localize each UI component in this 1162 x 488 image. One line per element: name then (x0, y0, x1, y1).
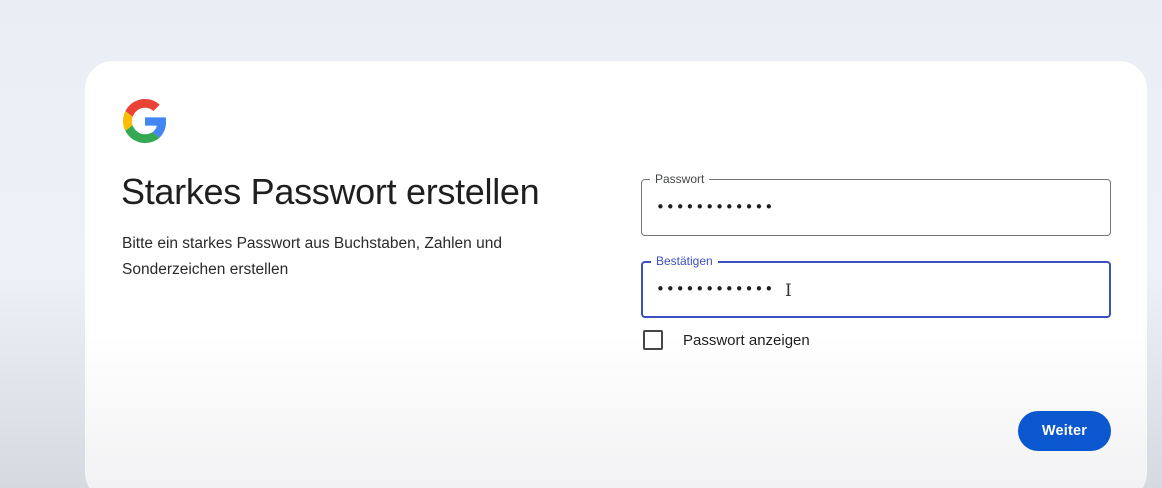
password-field-label: Passwort (650, 171, 710, 187)
confirm-password-field[interactable]: Bestätigen I (641, 253, 1111, 318)
google-g-icon (123, 99, 167, 143)
show-password-row[interactable]: Passwort anzeigen (643, 329, 810, 351)
password-field[interactable]: Passwort (641, 171, 1111, 236)
page-title: Starkes Passwort erstellen (121, 171, 540, 212)
password-input[interactable] (656, 194, 1076, 220)
show-password-label[interactable]: Passwort anzeigen (683, 332, 810, 349)
signup-card: Starkes Passwort erstellen Bitte ein sta… (85, 61, 1147, 488)
next-button[interactable]: Weiter (1018, 411, 1111, 451)
confirm-password-input[interactable] (656, 276, 1076, 302)
show-password-checkbox[interactable] (643, 330, 663, 350)
confirm-field-label: Bestätigen (651, 253, 718, 269)
text-cursor-icon: I (785, 281, 792, 301)
page-subtitle: Bitte ein starkes Passwort aus Buchstabe… (122, 235, 502, 278)
